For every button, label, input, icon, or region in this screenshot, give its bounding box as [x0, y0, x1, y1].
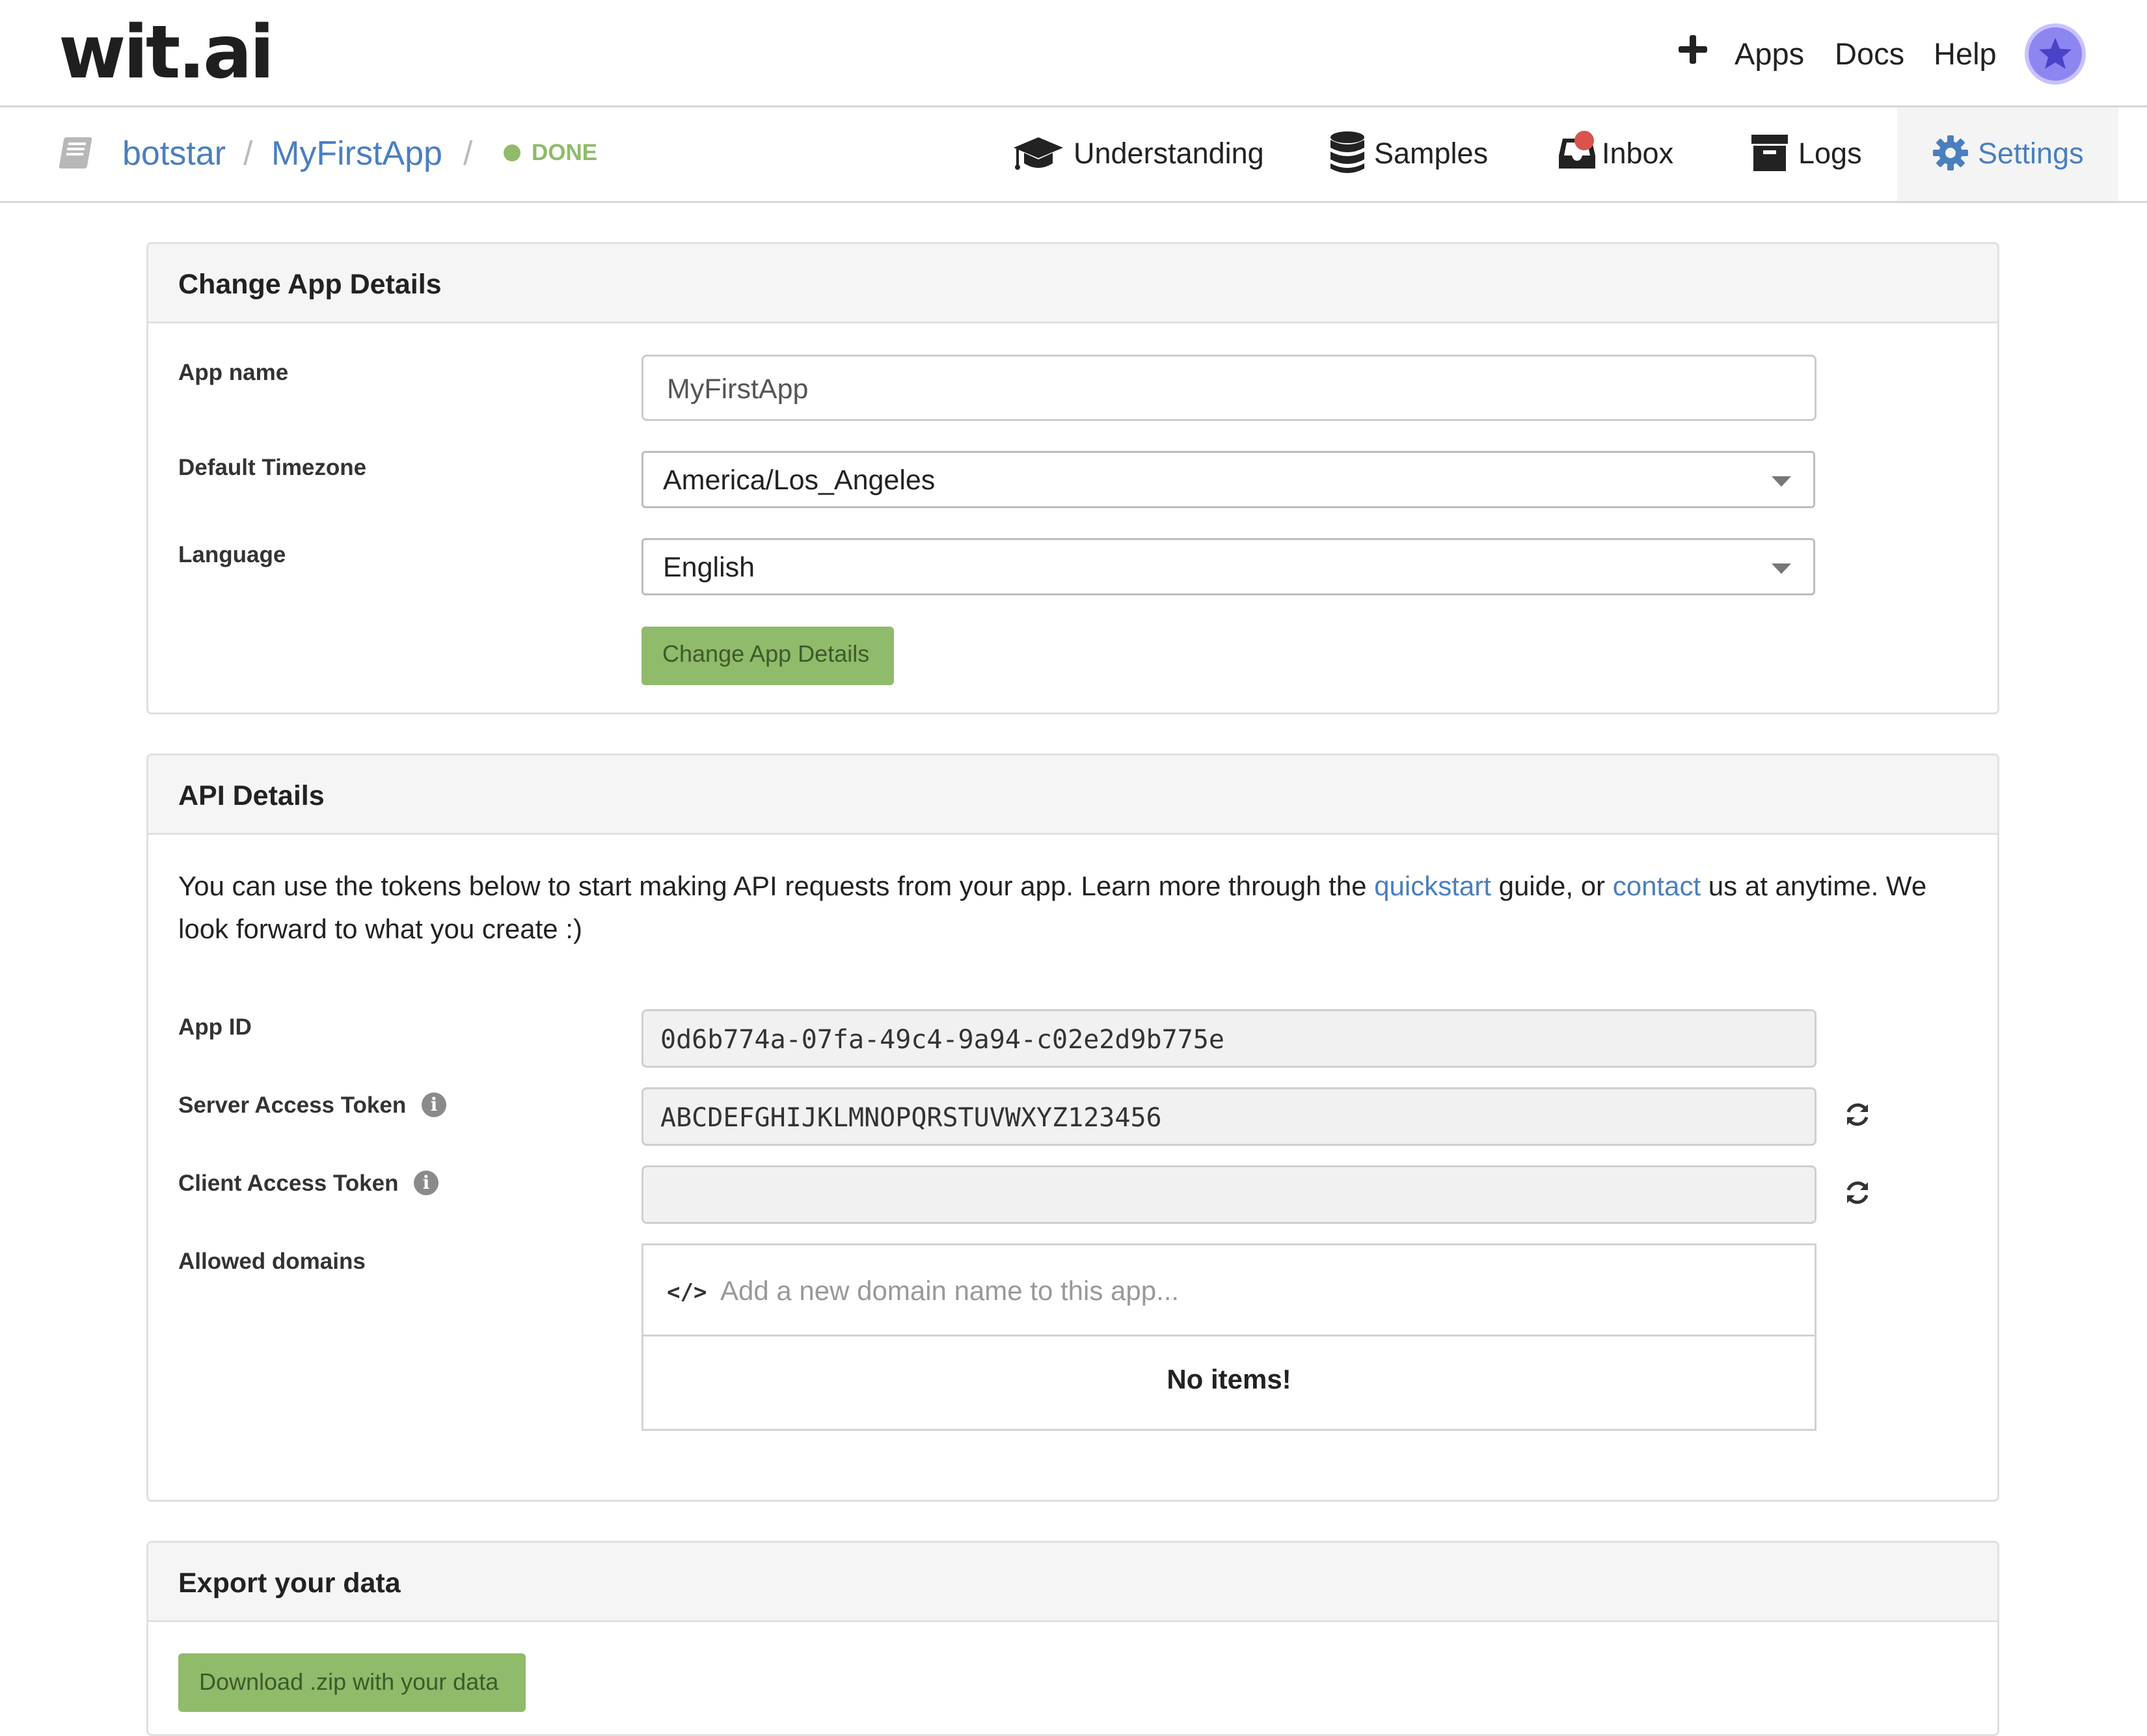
nav-apps-link[interactable]: Apps [1735, 33, 1804, 75]
panel-header: API Details [148, 755, 1997, 835]
top-navbar: wit.ai Apps Docs Help [0, 0, 2147, 107]
app-id-field[interactable]: 0d6b774a-07fa-49c4-9a94-c02e2d9b775e [641, 1009, 1816, 1068]
breadcrumb-owner[interactable]: botstar [122, 131, 226, 176]
add-domain-row[interactable]: </> Add a new domain name to this app... [643, 1245, 1815, 1336]
timezone-label: Default Timezone [178, 455, 367, 480]
book-icon [59, 137, 92, 169]
tab-logs[interactable]: Logs [1741, 107, 1897, 201]
tab-label: Settings [1978, 137, 2084, 170]
language-select[interactable]: English [641, 538, 1815, 595]
server-token-label: Server Access Token [178, 1092, 407, 1118]
panel-title: Export your data [178, 1567, 401, 1599]
contact-link[interactable]: contact [1613, 871, 1701, 901]
client-token-field[interactable] [641, 1165, 1816, 1224]
refresh-server-token-icon[interactable] [1843, 1100, 1872, 1129]
avatar-star-icon [2039, 38, 2072, 69]
panel-header: Change App Details [148, 244, 1997, 323]
chevron-down-icon [1772, 476, 1791, 487]
inbox-notification-badge [1574, 131, 1594, 150]
panel-title: Change App Details [178, 269, 442, 300]
allowed-domains-box: </> Add a new domain name to this app...… [641, 1243, 1816, 1431]
change-app-details-button[interactable]: Change App Details [641, 627, 894, 685]
database-icon [1330, 131, 1364, 173]
tab-label: Understanding [1074, 137, 1264, 170]
timezone-select[interactable]: America/Los_Angeles [641, 451, 1815, 508]
tab-understanding[interactable]: Understanding [1002, 107, 1264, 201]
download-zip-button[interactable]: Download .zip with your data [178, 1653, 526, 1712]
language-value: English [663, 552, 755, 583]
app-name-label: App name [178, 360, 289, 385]
graduation-cap-icon [1014, 137, 1063, 170]
intro-text: guide, or [1491, 871, 1613, 901]
status-indicator-icon [504, 144, 520, 161]
new-app-plus-icon[interactable] [1677, 34, 1708, 65]
nav-docs-link[interactable]: Docs [1835, 33, 1904, 75]
intro-text: You can use the tokens below to start ma… [178, 871, 1375, 901]
allowed-domains-label: Allowed domains [178, 1249, 366, 1274]
nav-help-link[interactable]: Help [1934, 33, 1997, 75]
info-icon[interactable]: i [414, 1171, 439, 1195]
refresh-client-token-icon[interactable] [1843, 1178, 1872, 1207]
breadcrumb-app[interactable]: MyFirstApp [271, 131, 442, 176]
language-label: Language [178, 542, 286, 567]
domains-empty-message: No items! [1167, 1364, 1291, 1394]
witai-logo[interactable]: wit.ai [59, 4, 275, 102]
app-subnav: botstar / MyFirstApp / DONE Understandin… [0, 107, 2147, 203]
breadcrumb-separator: / [243, 135, 253, 172]
chevron-down-icon [1772, 563, 1791, 574]
tab-inbox[interactable]: Inbox [1548, 107, 1705, 201]
tab-label: Samples [1374, 137, 1489, 170]
app-name-input[interactable]: MyFirstApp [641, 355, 1816, 421]
add-domain-input[interactable]: Add a new domain name to this app... [720, 1274, 1179, 1308]
app-details-panel: Change App Details App name MyFirstApp D… [146, 242, 1999, 714]
export-panel: Export your data Download .zip with your… [146, 1541, 1999, 1736]
info-icon[interactable]: i [422, 1092, 446, 1117]
panel-title: API Details [178, 780, 325, 811]
quickstart-link[interactable]: quickstart [1374, 871, 1491, 901]
app-id-value: 0d6b774a-07fa-49c4-9a94-c02e2d9b775e [660, 1025, 1224, 1055]
gear-icon [1933, 135, 1968, 170]
code-icon: </> [667, 1279, 707, 1305]
app-id-label: App ID [178, 1014, 252, 1040]
tab-label: Inbox [1602, 137, 1674, 170]
server-token-value: ABCDEFGHIJKLMNOPQRSTUVWXYZ123456 [660, 1103, 1162, 1133]
user-avatar[interactable] [2025, 23, 2086, 85]
server-token-field[interactable]: ABCDEFGHIJKLMNOPQRSTUVWXYZ123456 [641, 1087, 1816, 1146]
breadcrumb-separator: / [463, 135, 473, 172]
timezone-value: America/Los_Angeles [663, 465, 936, 496]
status-badge: DONE [532, 140, 598, 165]
tab-samples[interactable]: Samples [1319, 107, 1508, 201]
api-details-panel: API Details You can use the tokens below… [146, 753, 1999, 1502]
panel-header: Export your data [148, 1543, 1997, 1622]
app-name-value: MyFirstApp [667, 373, 809, 405]
client-token-label: Client Access Token [178, 1171, 399, 1196]
api-intro-text: You can use the tokens below to start ma… [178, 865, 1935, 951]
archive-icon [1751, 135, 1788, 171]
tab-settings[interactable]: Settings [1897, 107, 2118, 201]
tab-label: Logs [1798, 137, 1862, 170]
